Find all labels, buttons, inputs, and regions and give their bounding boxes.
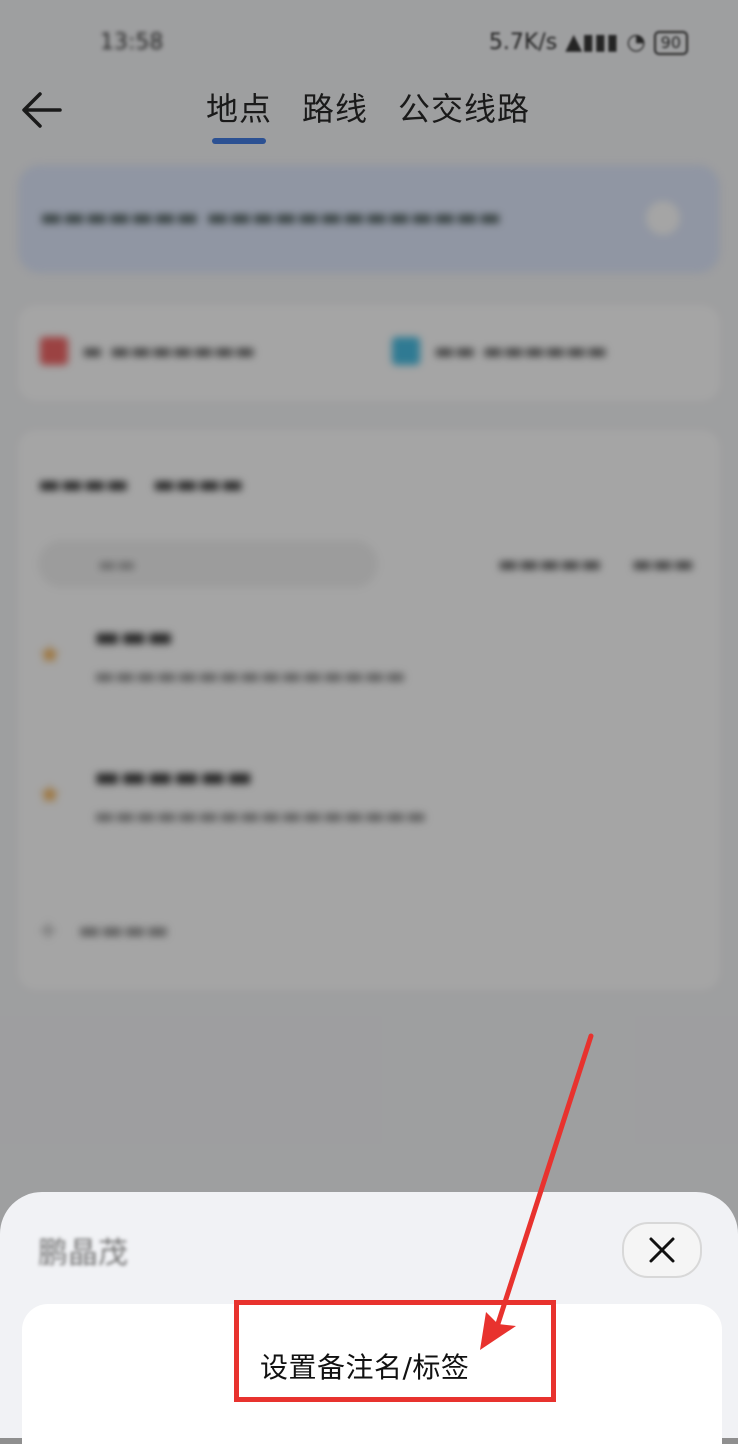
close-icon (649, 1237, 675, 1263)
close-button[interactable] (622, 1222, 702, 1278)
annotation-highlight-box (234, 1300, 556, 1402)
sheet-title: 鹏晶茂 (38, 1236, 128, 1271)
